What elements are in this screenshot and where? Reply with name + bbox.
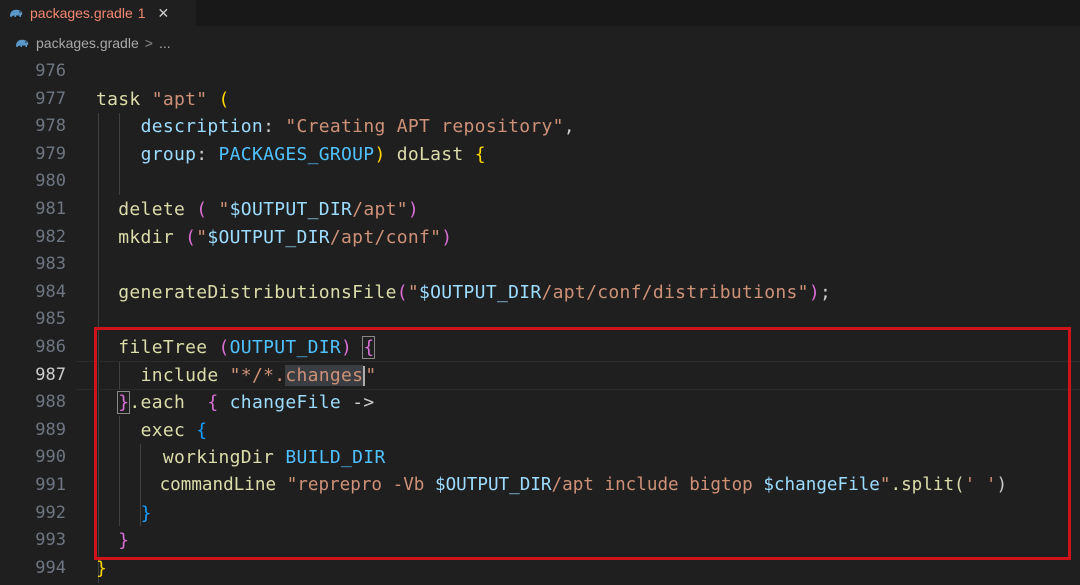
breadcrumb-file[interactable]: packages.gradle — [36, 35, 139, 51]
code-line: 984 generateDistributionsFile("$OUTPUT_D… — [0, 279, 1080, 307]
annotation-highlight-box — [94, 327, 1071, 560]
token: description — [140, 116, 264, 138]
line-number: 992 — [35, 502, 66, 523]
token: " — [218, 199, 230, 220]
line-number: 977 — [35, 88, 66, 109]
line-number: 980 — [35, 171, 66, 192]
code-line: 983 — [0, 251, 1080, 279]
token: " — [407, 281, 419, 303]
token: ) — [808, 281, 820, 303]
token: mkdir — [118, 226, 174, 248]
gradle-elephant-icon — [16, 39, 29, 47]
chevron-right-icon: > — [144, 35, 153, 51]
code-line: 977 task "apt" ( — [0, 86, 1080, 114]
token: /apt/conf" — [329, 226, 442, 248]
token: { — [474, 143, 486, 165]
token: "Creating APT repository" — [285, 116, 564, 138]
line-number: 994 — [35, 557, 66, 578]
token: $OUTPUT_DIR — [207, 226, 330, 248]
token: $OUTPUT_DIR — [229, 199, 353, 220]
token: ) — [441, 226, 453, 248]
line-number: 979 — [35, 143, 66, 164]
token: ( — [196, 199, 208, 220]
token: ( — [396, 281, 408, 303]
token: : — [196, 143, 208, 165]
token: ( — [185, 226, 197, 248]
tab-problem-count: 1 — [137, 5, 146, 21]
code-text: mkdir ("$OUTPUT_DIR/apt/conf") — [96, 224, 452, 252]
token: ( — [218, 88, 230, 110]
line-number: 991 — [35, 475, 66, 495]
gradle-elephant-icon — [10, 9, 23, 17]
breadcrumb-more[interactable]: ... — [159, 35, 171, 51]
tab-filename: packages.gradle — [30, 5, 133, 21]
close-icon[interactable]: ✕ — [158, 5, 170, 22]
code-text: description: "Creating APT repository", — [96, 113, 575, 141]
line-number: 986 — [35, 337, 66, 357]
token: group — [140, 143, 197, 165]
code-line: 982 mkdir ("$OUTPUT_DIR/apt/conf") — [0, 224, 1080, 252]
line-number: 976 — [35, 61, 66, 81]
breadcrumb: packages.gradle > ... — [0, 30, 1080, 56]
token: " — [196, 226, 208, 248]
token: generateDistributionsFile — [118, 281, 397, 303]
token: "apt" — [151, 88, 208, 110]
editor-tab[interactable]: packages.gradle 1 ✕ — [0, 0, 196, 26]
token: $OUTPUT_DIR — [419, 281, 542, 303]
code-line: 980 — [0, 168, 1080, 196]
line-number: 989 — [35, 419, 66, 440]
token: } — [96, 557, 108, 579]
line-number: 982 — [35, 226, 66, 247]
token: /apt" — [352, 199, 408, 220]
code-text: generateDistributionsFile("$OUTPUT_DIR/a… — [96, 279, 831, 307]
token: PACKAGES_GROUP — [218, 143, 375, 165]
line-number: 987 — [35, 364, 66, 385]
tab-bar: packages.gradle 1 ✕ — [0, 0, 1080, 26]
code-line: 981 delete ( "$OUTPUT_DIR/apt") — [0, 196, 1080, 224]
code-line: 978 description: "Creating APT repositor… — [0, 113, 1080, 141]
token: ) — [407, 199, 420, 220]
code-line: 979 group: PACKAGES_GROUP) doLast { — [0, 141, 1080, 169]
token: ) — [374, 143, 386, 165]
line-number: 985 — [35, 309, 66, 330]
line-number: 981 — [35, 199, 66, 219]
token: doLast — [396, 143, 464, 165]
code-text: task "apt" ( — [96, 86, 230, 114]
line-number: 988 — [35, 392, 66, 413]
token: : — [263, 116, 275, 138]
line-number: 984 — [35, 281, 66, 302]
code-text: delete ( "$OUTPUT_DIR/apt") — [96, 196, 419, 224]
token: delete — [118, 199, 186, 220]
line-number: 993 — [35, 530, 66, 551]
line-number: 983 — [35, 254, 66, 275]
code-text: group: PACKAGES_GROUP) doLast { — [96, 141, 486, 169]
code-line: 976 — [0, 58, 1080, 86]
token: /apt/conf/distributions" — [541, 281, 809, 303]
token: , — [563, 116, 575, 138]
line-number: 990 — [35, 447, 66, 468]
token: task — [96, 88, 141, 110]
line-number: 978 — [35, 116, 66, 137]
token: ; — [819, 281, 832, 303]
